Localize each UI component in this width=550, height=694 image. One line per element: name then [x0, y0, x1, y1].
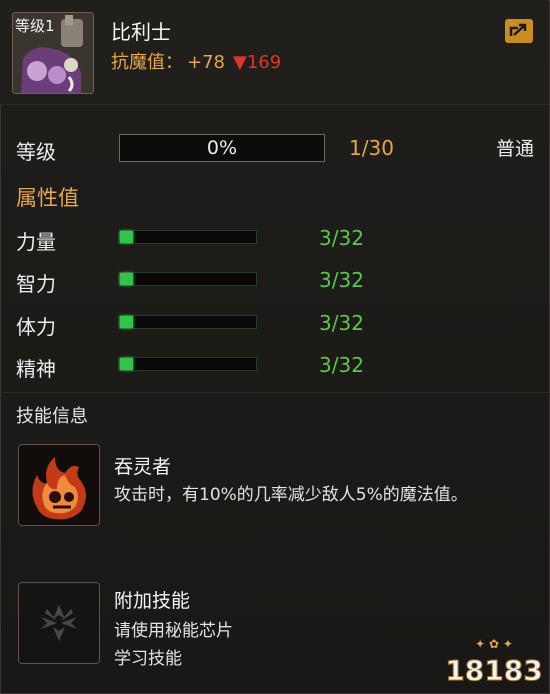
level-count: 1/30: [349, 136, 394, 160]
skill-description: 攻击时，有10%的几率减少敌人5%的魔法值。: [114, 485, 468, 505]
stat-label-spirit: 精神: [16, 357, 56, 381]
level-progress-text: 0%: [206, 137, 238, 159]
skill-description: 学习技能: [114, 649, 182, 669]
rarity-label: 普通: [496, 138, 535, 160]
svg-text:✦ ✿ ✦: ✦ ✿ ✦: [475, 637, 513, 651]
stat-value-strength: 3/32: [319, 226, 364, 250]
share-icon[interactable]: [504, 18, 534, 44]
stat-value-spirit: 3/32: [319, 353, 364, 377]
magic-resist-bonus: +78: [187, 52, 225, 73]
stat-bar-fill: [120, 316, 133, 328]
flame-skull-icon: [19, 445, 99, 525]
skill-description: 请使用秘能芯片: [114, 621, 233, 641]
pet-level-badge: 等级1: [15, 17, 55, 35]
skills-title: 技能信息: [16, 406, 88, 427]
skill-name: 附加技能: [114, 590, 191, 612]
pet-name: 比利士: [111, 20, 171, 44]
stat-value-vitality: 3/32: [319, 311, 364, 335]
stat-label-strength: 力量: [16, 230, 56, 254]
magic-resist-line: 抗魔值： +78 ▼169: [111, 48, 281, 74]
level-progress-bar: 0%: [119, 134, 325, 162]
stat-value-intellect: 3/32: [319, 268, 364, 292]
stat-bar-fill: [120, 358, 133, 370]
section-divider: [0, 392, 548, 393]
stat-bar-vitality: [119, 315, 257, 329]
stat-bar-fill: [120, 231, 133, 243]
magic-resist-decrease: ▼169: [233, 52, 282, 73]
watermark-text: 18183: [445, 654, 542, 687]
site-watermark-logo: ✦ ✿ ✦ 18183: [445, 637, 543, 688]
stat-bar-strength: [119, 230, 257, 244]
locked-skill-emblem-icon: [19, 583, 99, 663]
attributes-title: 属性值: [16, 186, 79, 210]
skill-icon-extra-slot[interactable]: [18, 582, 100, 664]
stat-bar-fill: [120, 273, 133, 285]
magic-resist-label: 抗魔值：: [111, 52, 183, 73]
skill-name: 吞灵者: [114, 456, 172, 478]
stat-label-intellect: 智力: [16, 272, 56, 296]
stat-bar-spirit: [119, 357, 257, 371]
stat-label-vitality: 体力: [16, 315, 56, 339]
skill-icon-soul-devourer[interactable]: [18, 444, 100, 526]
stat-bar-intellect: [119, 272, 257, 286]
level-label: 等级: [16, 140, 56, 164]
pet-avatar: 等级1: [12, 12, 94, 94]
